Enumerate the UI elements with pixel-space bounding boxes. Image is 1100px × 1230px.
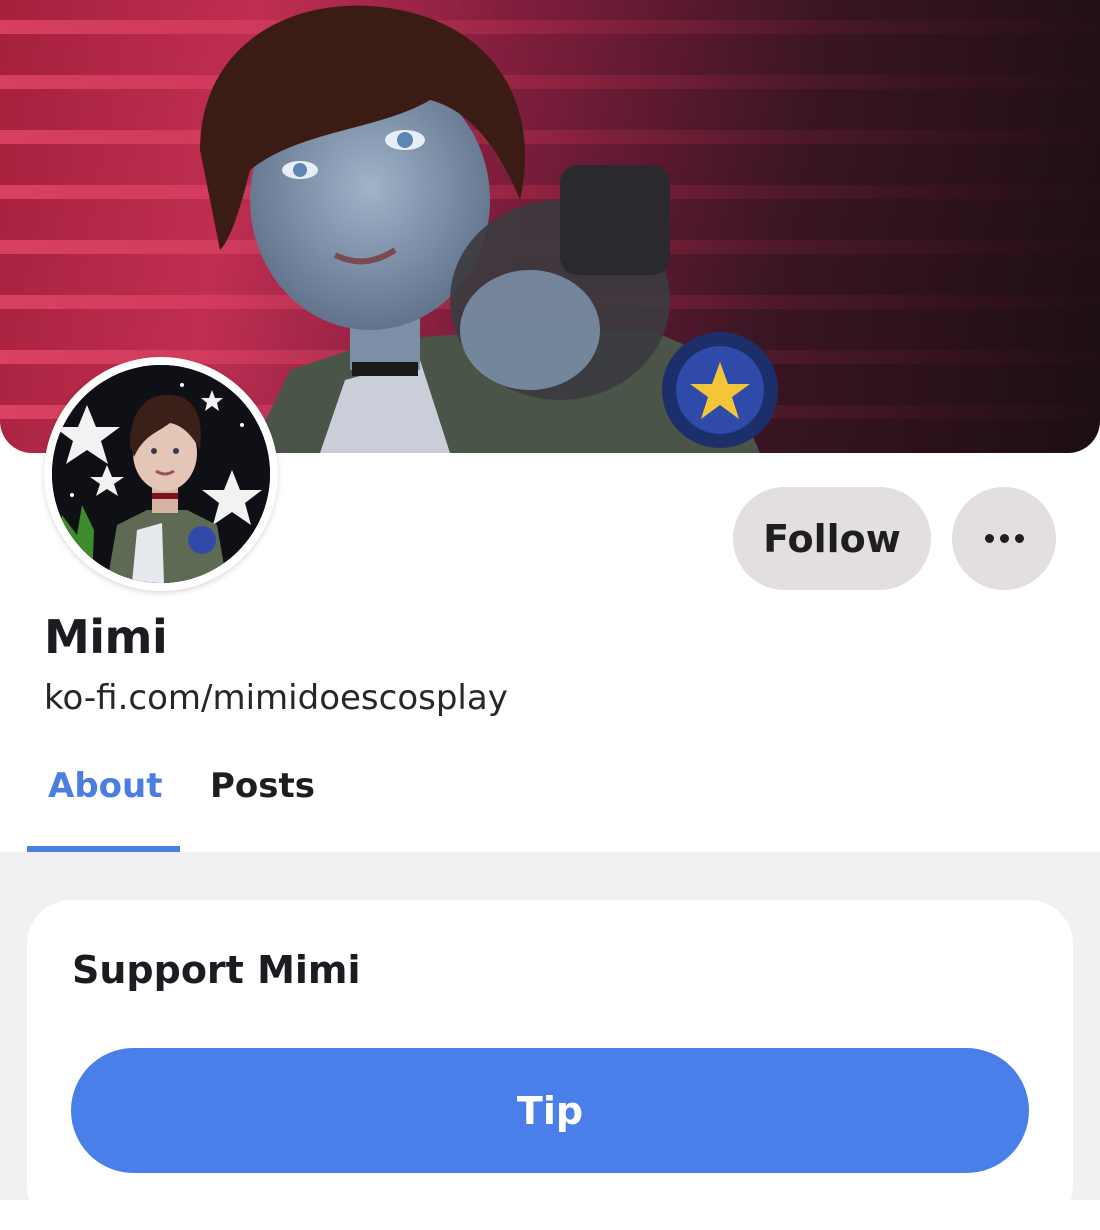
profile-tabs: About Posts (0, 748, 1100, 853)
tip-button-label: Tip (516, 1088, 584, 1133)
profile-name: Mimi (44, 610, 168, 664)
more-options-button[interactable] (952, 487, 1056, 590)
ellipsis-icon (984, 534, 1024, 543)
tip-button[interactable]: Tip (71, 1048, 1029, 1173)
follow-button-label: Follow (763, 516, 901, 561)
tab-about[interactable]: About (48, 766, 162, 806)
support-title: Support Mimi (72, 948, 361, 992)
avatar-image (52, 365, 270, 583)
avatar[interactable] (44, 357, 278, 591)
profile-link[interactable]: ko-fi.com/mimidoescosplay (44, 678, 508, 718)
tab-posts[interactable]: Posts (210, 766, 315, 806)
avatar-illustration (52, 365, 270, 583)
follow-button[interactable]: Follow (733, 487, 931, 590)
